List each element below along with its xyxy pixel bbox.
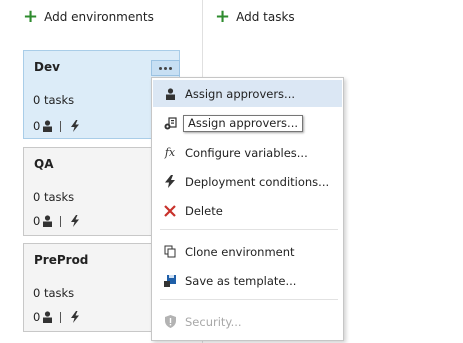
- menu-item-label: Configure variables...: [185, 145, 308, 160]
- menu-item-label: Security...: [185, 314, 242, 329]
- environment-task-count: 0 tasks: [33, 286, 75, 300]
- environment-task-count: 0 tasks: [33, 190, 75, 204]
- add-environments-button[interactable]: + Add environments: [23, 6, 154, 27]
- menu-separator: [160, 299, 338, 300]
- menu-item-label: Save as template...: [185, 273, 297, 288]
- person-icon: [43, 215, 53, 227]
- fx-icon: fx: [164, 146, 176, 159]
- gear-agent-icon: [163, 116, 177, 131]
- plus-icon: +: [215, 6, 231, 27]
- save-icon: [163, 274, 177, 288]
- menu-item-security[interactable]: Security...: [153, 308, 342, 335]
- add-environments-label: Add environments: [44, 10, 154, 24]
- environment-meta: 0: [33, 214, 81, 228]
- ellipsis-dot: [169, 66, 172, 70]
- shield-icon: [163, 315, 177, 329]
- ellipsis-dot: [159, 66, 162, 70]
- clone-icon: [163, 245, 177, 259]
- meta-separator: [60, 311, 62, 323]
- menu-item-clone-environment[interactable]: Clone environment: [153, 238, 342, 265]
- add-tasks-label: Add tasks: [236, 10, 295, 24]
- add-tasks-button[interactable]: + Add tasks: [215, 6, 295, 27]
- environment-name: Dev: [34, 60, 60, 74]
- environment-task-count: 0 tasks: [33, 93, 75, 107]
- delete-x-icon: [163, 204, 177, 218]
- meta-separator: [60, 120, 62, 132]
- deployment-condition-icon: [71, 311, 80, 323]
- menu-item-configure-variables[interactable]: fx Configure variables...: [153, 139, 342, 166]
- meta-separator: [60, 215, 62, 227]
- person-icon: [43, 311, 53, 323]
- menu-item-label: Assign approvers...: [185, 86, 296, 101]
- deployment-condition-icon: [71, 120, 80, 132]
- menu-item-label: Clone environment: [185, 244, 295, 259]
- environment-name: QA: [34, 157, 54, 171]
- menu-item-label: Delete: [185, 203, 223, 218]
- menu-item-assign-approvers[interactable]: Assign approvers...: [153, 80, 342, 107]
- menu-item-deployment-conditions[interactable]: Deployment conditions...: [153, 168, 342, 195]
- ellipsis-dot: [164, 66, 167, 70]
- more-options-button[interactable]: [151, 60, 180, 76]
- lightning-icon: [163, 175, 177, 189]
- approver-count: 0: [33, 214, 41, 228]
- environment-meta: 0: [33, 119, 81, 133]
- tooltip: Assign approvers...: [183, 115, 304, 132]
- person-icon: [43, 120, 53, 132]
- person-icon: [163, 87, 177, 101]
- deployment-condition-icon: [71, 215, 80, 227]
- environment-meta: 0: [33, 310, 81, 324]
- menu-separator: [160, 229, 338, 230]
- plus-icon: +: [23, 6, 39, 27]
- approver-count: 0: [33, 119, 41, 133]
- approver-count: 0: [33, 310, 41, 324]
- menu-item-label: Deployment conditions...: [185, 174, 330, 189]
- environment-name: PreProd: [34, 253, 89, 267]
- menu-item-delete[interactable]: Delete: [153, 197, 342, 224]
- menu-item-save-as-template[interactable]: Save as template...: [153, 267, 342, 294]
